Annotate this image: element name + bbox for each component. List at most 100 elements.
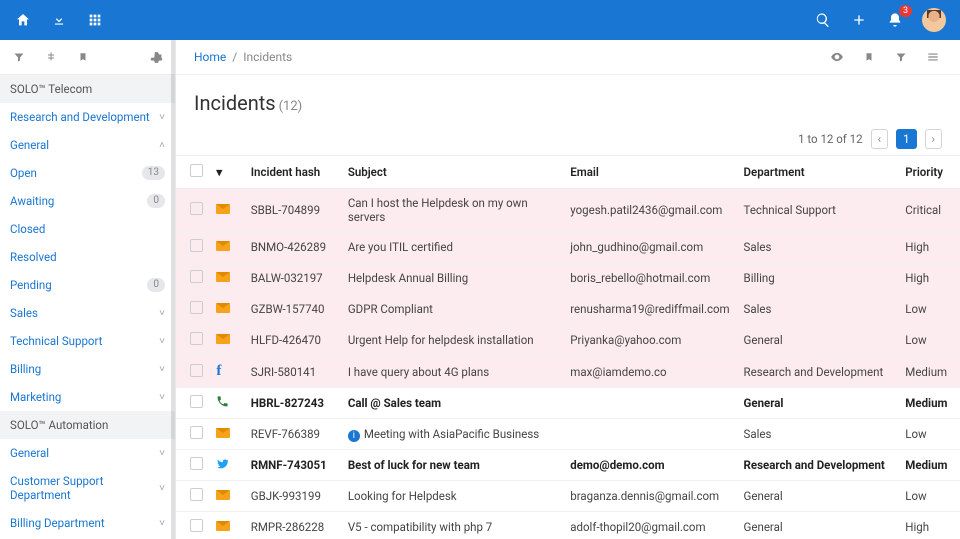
sidebar-item-label: Closed xyxy=(10,222,45,236)
table-row[interactable]: BALW-032197Helpdesk Annual Billingboris_… xyxy=(176,263,960,294)
search-icon[interactable] xyxy=(814,11,832,29)
row-checkbox[interactable] xyxy=(190,395,203,408)
pager-next[interactable]: › xyxy=(925,129,942,149)
sidebar-item[interactable]: Billing˅ xyxy=(0,355,175,383)
cell-department: Sales xyxy=(738,232,900,263)
bell-icon[interactable]: 3 xyxy=(886,11,904,29)
cell-priority: Low xyxy=(899,419,960,450)
chevron-icon: ˅ xyxy=(159,448,165,459)
table-row[interactable]: RMPR-286228V5 - compatibility with php 7… xyxy=(176,512,960,539)
sidebar-group-header: SOLO™ Automation xyxy=(0,411,175,439)
pager-prev[interactable]: ‹ xyxy=(871,129,888,149)
notification-badge: 3 xyxy=(899,5,912,17)
sidebar-item[interactable]: Open13 xyxy=(0,159,175,187)
avatar[interactable] xyxy=(922,8,946,32)
sidebar: SOLO™ TelecomResearch and Development˅Ge… xyxy=(0,40,176,539)
table-row[interactable]: HBRL-827243Call @ Sales teamGeneralMediu… xyxy=(176,388,960,419)
cell-department: Technical Support xyxy=(738,189,900,232)
sidebar-item[interactable]: Closed xyxy=(0,215,175,243)
cell-department: Sales xyxy=(738,294,900,325)
home-icon[interactable] xyxy=(14,11,32,29)
cell-subject: iMeeting with AsiaPacific Business xyxy=(342,419,564,450)
bookmark-icon[interactable] xyxy=(860,48,878,66)
sidebar-item[interactable]: Customer Support Department˅ xyxy=(0,467,175,509)
cell-subject: Best of luck for new team xyxy=(342,450,564,481)
sidebar-count: 13 xyxy=(142,166,165,180)
row-checkbox[interactable] xyxy=(190,270,203,283)
table-row[interactable]: HLFD-426470Urgent Help for helpdesk inst… xyxy=(176,325,960,356)
col-hash[interactable]: Incident hash xyxy=(245,156,342,189)
pager-page[interactable]: 1 xyxy=(896,129,916,149)
bookmark-icon[interactable] xyxy=(74,48,92,66)
cell-hash: RMPR-286228 xyxy=(245,512,342,539)
sidebar-item[interactable]: Research and Development˅ xyxy=(0,103,175,131)
cell-hash: GZBW-157740 xyxy=(245,294,342,325)
sidebar-item-label: Technical Support xyxy=(10,334,102,348)
apps-icon[interactable] xyxy=(86,11,104,29)
table-row[interactable]: GBJK-993199Looking for Helpdeskbraganza.… xyxy=(176,481,960,512)
row-checkbox[interactable] xyxy=(190,426,203,439)
menu-icon[interactable] xyxy=(924,48,942,66)
col-email[interactable]: Email xyxy=(564,156,737,189)
cell-hash: RMNF-743051 xyxy=(245,450,342,481)
filter-icon[interactable] xyxy=(10,48,28,66)
col-subject[interactable]: Subject xyxy=(342,156,564,189)
cell-email: boris_rebello@hotmail.com xyxy=(564,263,737,294)
cell-priority: Medium xyxy=(899,356,960,388)
org-icon[interactable] xyxy=(42,48,60,66)
table-row[interactable]: REVF-766389iMeeting with AsiaPacific Bus… xyxy=(176,419,960,450)
sidebar-item[interactable]: General˄ xyxy=(0,131,175,159)
row-checkbox[interactable] xyxy=(190,519,203,532)
cell-department: General xyxy=(738,512,900,539)
page-count: (12) xyxy=(279,99,303,114)
sidebar-item[interactable]: General˅ xyxy=(0,439,175,467)
add-icon[interactable] xyxy=(850,11,868,29)
cell-priority: High xyxy=(899,232,960,263)
cell-hash: GBJK-993199 xyxy=(245,481,342,512)
col-priority[interactable]: Priority xyxy=(899,156,960,189)
cell-priority: Medium xyxy=(899,450,960,481)
row-checkbox[interactable] xyxy=(190,202,203,215)
row-checkbox[interactable] xyxy=(190,332,203,345)
sidebar-item[interactable]: Awaiting0 xyxy=(0,187,175,215)
mail-icon xyxy=(216,272,230,282)
sidebar-item[interactable]: Billing Department˅ xyxy=(0,509,175,537)
page-title: Incidents xyxy=(194,91,276,115)
select-all-checkbox[interactable] xyxy=(190,164,203,177)
row-checkbox[interactable] xyxy=(190,488,203,501)
sidebar-item[interactable]: Sales˅ xyxy=(0,299,175,327)
table-row[interactable]: BNMO-426289Are you ITIL certifiedjohn_gu… xyxy=(176,232,960,263)
table-row[interactable]: GZBW-157740GDPR Compliantrenusharma19@re… xyxy=(176,294,960,325)
cell-priority: Low xyxy=(899,294,960,325)
eye-icon[interactable] xyxy=(828,48,846,66)
table-row[interactable]: fSJRI-580141I have query about 4G plansm… xyxy=(176,356,960,388)
chevron-icon: ˅ xyxy=(159,392,165,403)
cell-hash: BNMO-426289 xyxy=(245,232,342,263)
row-checkbox[interactable] xyxy=(190,457,203,470)
col-caret[interactable]: ▾ xyxy=(210,156,244,189)
sidebar-item-label: Billing xyxy=(10,362,41,376)
table-row[interactable]: SBBL-704899Can I host the Helpdesk on my… xyxy=(176,189,960,232)
table-header: ▾ Incident hash Subject Email Department… xyxy=(176,156,960,189)
row-checkbox[interactable] xyxy=(190,301,203,314)
filter-icon[interactable] xyxy=(892,48,910,66)
sidebar-item[interactable]: Resolved xyxy=(0,243,175,271)
table-row[interactable]: RMNF-743051Best of luck for new teamdemo… xyxy=(176,450,960,481)
col-department[interactable]: Department xyxy=(738,156,900,189)
cell-subject: Call @ Sales team xyxy=(342,388,564,419)
sidebar-item[interactable]: Marketing˅ xyxy=(0,383,175,411)
download-icon[interactable] xyxy=(50,11,68,29)
cell-department: Sales xyxy=(738,419,900,450)
cell-hash: BALW-032197 xyxy=(245,263,342,294)
sidebar-item[interactable]: Pending0 xyxy=(0,271,175,299)
row-checkbox[interactable] xyxy=(190,364,203,377)
sidebar-tools xyxy=(0,40,175,75)
sidebar-item[interactable]: Technical Support˅ xyxy=(0,327,175,355)
breadcrumb-sep: / xyxy=(232,50,237,64)
gear-icon[interactable] xyxy=(147,48,165,66)
row-checkbox[interactable] xyxy=(190,239,203,252)
breadcrumb-home[interactable]: Home xyxy=(194,50,226,64)
sidebar-group-header: SOLO™ Telecom xyxy=(0,75,175,103)
cell-subject: I have query about 4G plans xyxy=(342,356,564,388)
cell-priority: High xyxy=(899,263,960,294)
